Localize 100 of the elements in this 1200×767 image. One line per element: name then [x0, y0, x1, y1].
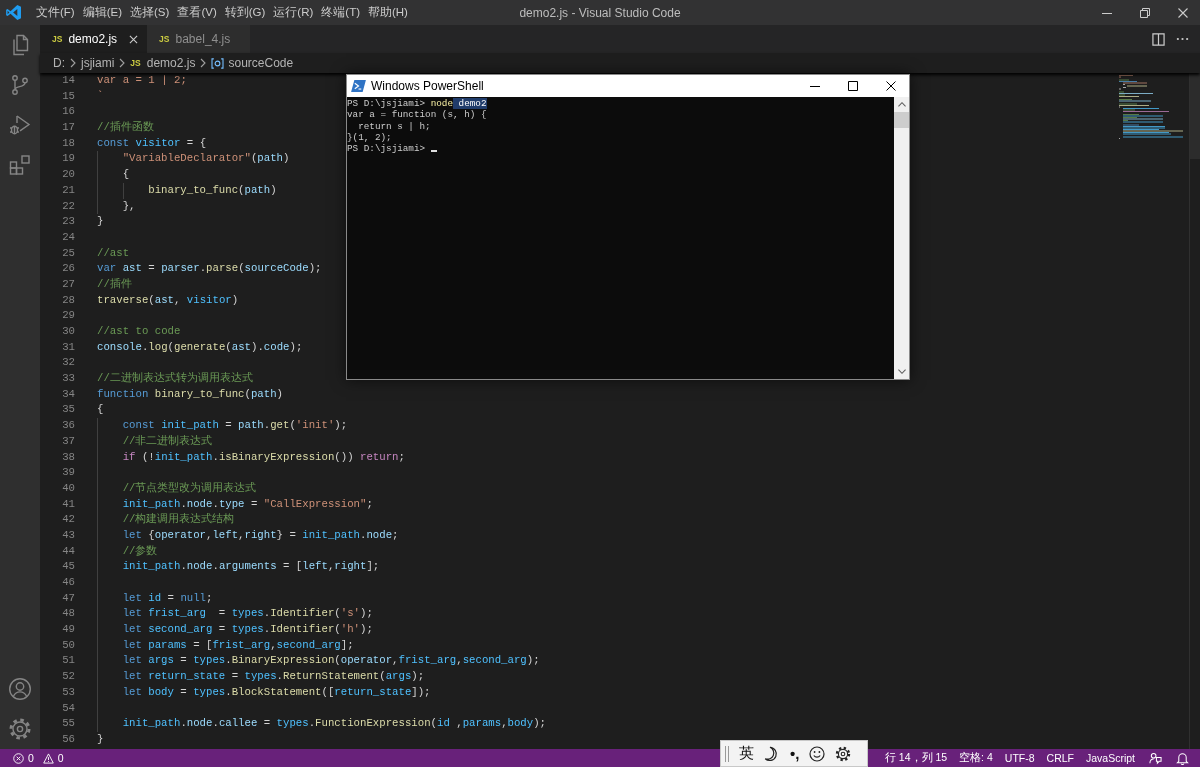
line-number: 48 [62, 606, 75, 622]
split-editor-icon[interactable] [1152, 32, 1165, 46]
code-line: let frist_arg = types.Identifier('s'); [122, 606, 373, 622]
line-number: 34 [62, 386, 75, 402]
chevron-icon [200, 58, 207, 68]
status-item[interactable]: UTF-8 [1004, 752, 1035, 764]
moon-icon[interactable] [764, 745, 780, 762]
editor-tab[interactable]: JS babel_4.js [147, 25, 251, 53]
line-number: 27 [62, 276, 75, 292]
breadcrumb-item[interactable]: D: [53, 56, 65, 70]
menu-item[interactable]: 编辑(E) [78, 0, 127, 25]
code-line: //构建调用表达式结构 [122, 512, 235, 528]
input-mode-button[interactable]: 英 [739, 744, 754, 763]
code-line: } [97, 731, 104, 747]
line-number: 17 [62, 120, 75, 136]
line-number: 24 [62, 229, 75, 245]
code-line: let body = types.BlockStatement([return_state]); [122, 684, 431, 700]
code-line: let id = null; [122, 590, 213, 606]
menu-item[interactable]: 终端(T) [317, 0, 364, 25]
status-item[interactable]: JavaScript [1085, 752, 1135, 764]
account-icon[interactable] [8, 677, 32, 701]
line-number: 23 [62, 214, 75, 230]
console-text: }(1, 2); [347, 131, 392, 144]
status-item[interactable]: CRLF [1046, 752, 1074, 764]
menu-item[interactable]: 帮助(H) [364, 0, 412, 25]
file-type-label: JS [159, 34, 170, 44]
scroll-up-icon[interactable] [897, 102, 906, 107]
extensions-icon[interactable] [8, 153, 32, 177]
line-number: 40 [62, 480, 75, 496]
code-line: "VariableDeclarator"(path) [122, 151, 290, 167]
line-number: 30 [62, 324, 75, 339]
punctuation-button[interactable]: •, [790, 745, 800, 762]
menu-item[interactable]: 查看(V) [173, 0, 221, 25]
line-number: 49 [62, 622, 75, 638]
close-icon[interactable] [886, 81, 896, 91]
code-line: //参数 [122, 543, 158, 559]
maximize-icon[interactable] [848, 81, 858, 91]
code-line: if (!init_path.isBinaryExpression()) return; [122, 449, 405, 465]
notification-bell-icon[interactable] [1176, 751, 1189, 765]
code-line: init_path.node.type = "CallExpression"; [122, 496, 373, 512]
menu-item[interactable]: 选择(S) [126, 0, 174, 25]
code-line: //ast to code [97, 324, 181, 339]
code-line: console.log(generate(ast).code); [97, 339, 303, 355]
line-number: 18 [62, 135, 75, 151]
code-line: let params = [frist_arg,second_arg]; [122, 637, 354, 653]
line-number: 35 [62, 402, 75, 418]
smiley-icon[interactable] [809, 745, 826, 762]
settings-icon[interactable] [835, 745, 852, 762]
feedback-icon[interactable] [1149, 751, 1162, 765]
menu-item[interactable]: 运行(R) [269, 0, 318, 25]
code-line: let args = types.BinaryExpression(operator,frist_arg,second_arg); [122, 653, 540, 669]
run-debug-icon[interactable] [8, 113, 32, 137]
line-number: 43 [62, 527, 75, 543]
menu-item[interactable]: 文件(F) [32, 0, 79, 25]
line-number: 55 [62, 716, 75, 732]
scroll-down-icon[interactable] [897, 369, 906, 374]
scrollbar-thumb[interactable] [894, 112, 909, 128]
breadcrumb-item[interactable]: jsjiami [81, 56, 115, 70]
grip-icon[interactable] [725, 745, 729, 762]
restore-icon[interactable] [1140, 7, 1150, 18]
more-actions-icon[interactable] [1176, 37, 1189, 41]
console-text: node [430, 98, 453, 110]
code-line: function binary_to_func(path) [97, 386, 284, 402]
console-panel[interactable]: PS D:\jsjiami> node demo2 var a = function (s, h) { return s | h; }(1, 2); PS D:\jsjiami> [347, 97, 894, 379]
scrollbar[interactable] [894, 97, 909, 379]
powershell-icon [351, 80, 366, 92]
chevron-icon [119, 58, 126, 68]
menu-item[interactable]: 转到(G) [220, 0, 270, 25]
code-line: const visitor = { [97, 135, 207, 151]
line-number: 32 [62, 355, 75, 371]
line-number: 36 [62, 418, 75, 434]
line-number: 39 [62, 465, 75, 481]
console-text: PS D:\jsjiami> [347, 143, 427, 155]
line-number: 21 [62, 182, 75, 198]
code-line: const init_path = path.get('init'); [122, 418, 348, 434]
console-text: var a = function (s, h) { [347, 109, 487, 121]
line-number: 31 [62, 339, 75, 355]
line-number: 51 [62, 653, 75, 669]
error-icon [13, 752, 24, 764]
line-number: 41 [62, 496, 75, 512]
line-number: 25 [62, 245, 75, 261]
status-item[interactable]: 行 14，列 15 [884, 751, 948, 765]
editor-tab[interactable]: JS demo2.js [40, 25, 148, 53]
code-line: //节点类型改为调用表达式 [122, 480, 257, 496]
status-item[interactable]: 空格: 4 [959, 751, 993, 765]
line-number: 14 [62, 73, 75, 88]
scrollbar-thumb[interactable] [1190, 73, 1200, 159]
code-line: } [97, 214, 104, 230]
problems-button[interactable]: 0 0 [0, 749, 64, 767]
breadcrumb-item[interactable]: JS demo2.js [130, 56, 196, 70]
code-line: binary_to_func(path) [148, 182, 277, 198]
line-number: 44 [62, 543, 75, 559]
line-number: 54 [62, 700, 75, 716]
code-line: //ast [97, 245, 130, 261]
code-line: //插件函数 [97, 120, 154, 136]
line-number: 37 [62, 433, 75, 449]
code-line: //二进制表达式转为调用表达式 [97, 371, 253, 387]
breadcrumb-item[interactable]: sourceCode [211, 56, 294, 70]
minimap-drawing[interactable] [1119, 75, 1183, 141]
code-line: ` [97, 88, 104, 104]
